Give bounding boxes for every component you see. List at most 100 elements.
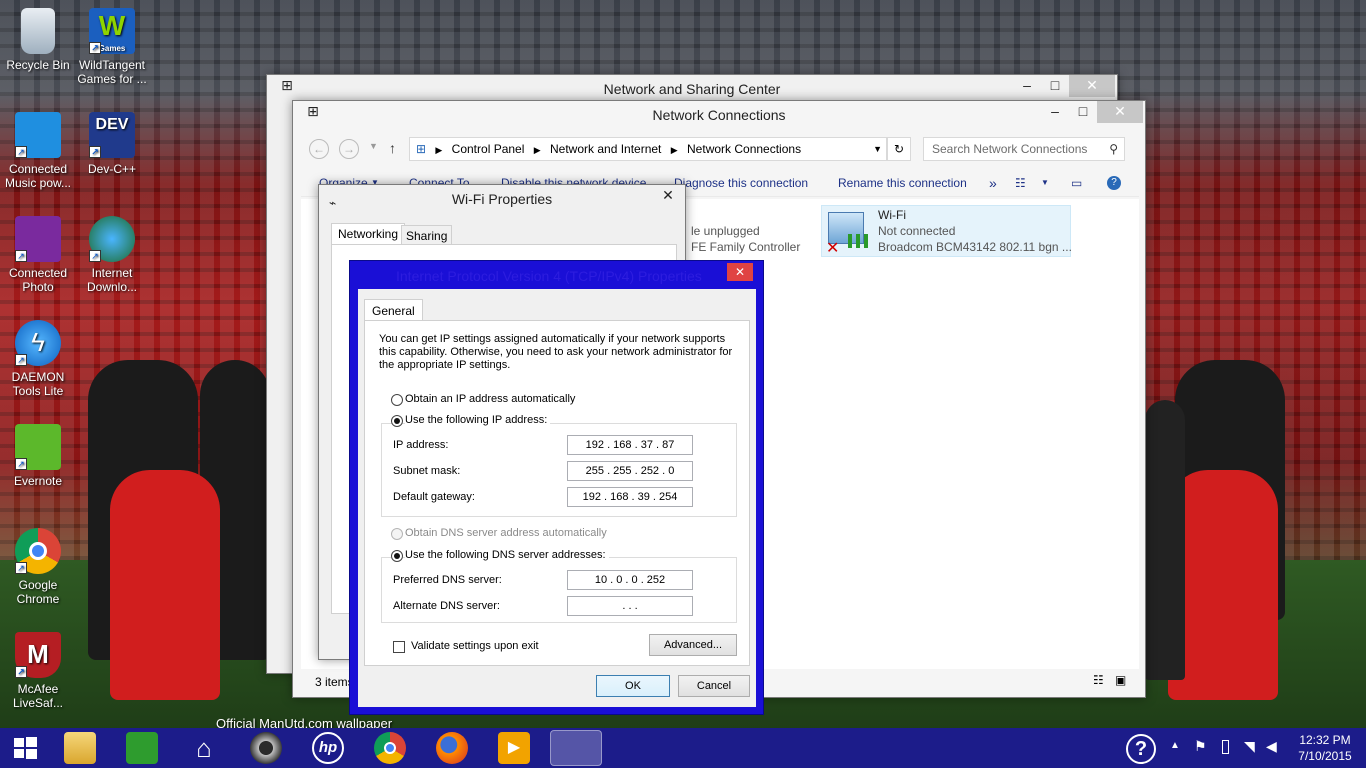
firefox-icon[interactable] <box>436 732 468 764</box>
use-ip-label[interactable]: Use the following IP address: <box>405 414 551 426</box>
wifi-adapter-item[interactable]: ✕ Wi-Fi Not connected Broadcom BCM43142 … <box>821 205 1072 257</box>
home-icon[interactable]: ⌂ <box>188 732 220 764</box>
desktop-icon-wildtangent[interactable]: W Games ↗ WildTangent Games for ... <box>74 8 150 86</box>
wifi-adapter-device: Broadcom BCM43142 802.11 bgn ... <box>878 240 1072 254</box>
nc-titlebar: Network Connections ⊞ – □ ✕ <box>293 101 1145 129</box>
change-view-icon[interactable]: ☷ <box>1015 169 1026 197</box>
validate-label[interactable]: Validate settings upon exit <box>411 640 539 652</box>
wifi-adapter-status: Not connected <box>878 224 956 238</box>
clock[interactable]: 12:32 PM 7/10/2015 <box>1290 732 1360 764</box>
breadcrumb-network-internet[interactable]: Network and Internet <box>550 142 661 156</box>
desktop-icon-recycle-bin[interactable]: Recycle Bin <box>0 8 76 72</box>
use-dns-radio[interactable] <box>391 550 403 562</box>
breadcrumb-network-connections[interactable]: Network Connections <box>687 142 801 156</box>
ipv4-properties-dialog: Internet Protocol Version 4 (TCP/IPv4) P… <box>349 260 764 715</box>
tab-general[interactable]: General <box>364 299 423 321</box>
desktop-icon-connected-photo[interactable]: ↗ Connected Photo <box>0 216 76 294</box>
volume-icon[interactable]: ◀ <box>1266 738 1277 755</box>
evernote-elephant-icon: ↗ <box>15 424 61 470</box>
nsc-maximize-button[interactable]: □ <box>1041 75 1069 97</box>
ip-address-input[interactable]: 192 . 168 . 37 . 87 <box>567 435 693 455</box>
show-hidden-icons-icon[interactable]: ▲ <box>1170 740 1180 751</box>
tab-networking[interactable]: Networking <box>331 223 406 245</box>
start-windows-icon[interactable] <box>10 732 40 764</box>
preview-pane-icon[interactable]: ▭ <box>1071 169 1082 197</box>
mcafee-shield-icon: M ↗ <box>15 632 61 678</box>
desktop-icon-evernote[interactable]: ↗ Evernote <box>0 424 76 488</box>
obtain-dns-radio[interactable] <box>391 528 403 540</box>
preferred-dns-label: Preferred DNS server: <box>393 574 502 586</box>
breadcrumb-control-panel[interactable]: Control Panel <box>452 142 525 156</box>
ipv4-close-button[interactable]: ✕ <box>727 263 753 281</box>
desktop-icon-mcafee[interactable]: M ↗ McAfee LiveSaf... <box>0 632 76 710</box>
use-dns-label[interactable]: Use the following DNS server addresses: <box>405 549 609 561</box>
advanced-button[interactable]: Advanced... <box>649 634 737 656</box>
nc-maximize-button[interactable]: □ <box>1069 101 1097 123</box>
media-player-icon[interactable]: ▶ <box>498 732 530 764</box>
file-explorer-icon[interactable] <box>64 732 96 764</box>
nsc-minimize-button[interactable]: – <box>1013 75 1041 97</box>
nav-forward-button[interactable]: → <box>339 139 359 159</box>
details-view-icon[interactable]: ☷ <box>1093 673 1104 687</box>
address-dropdown-icon[interactable]: ▼ <box>873 138 882 160</box>
cancel-button[interactable]: Cancel <box>678 675 750 697</box>
help-tray-icon[interactable]: ? <box>1126 734 1156 764</box>
more-commands-button[interactable]: » <box>989 169 997 197</box>
store-icon[interactable] <box>126 732 158 764</box>
desktop-icon-daemon-tools[interactable]: ϟ ↗ DAEMON Tools Lite <box>0 320 76 398</box>
nc-minimize-button[interactable]: – <box>1041 101 1069 123</box>
subnet-mask-input[interactable]: 255 . 255 . 252 . 0 <box>567 461 693 481</box>
taskbar: ⌂ hp ▶ ? ▲ ⚑ ◥ ◀ 12:32 PM 7/10/2015 <box>0 728 1366 768</box>
large-icons-view-icon[interactable]: ▣ <box>1115 673 1126 687</box>
tab-sharing[interactable]: Sharing <box>401 225 453 245</box>
battery-icon[interactable] <box>1222 740 1229 754</box>
ip-address-label: IP address: <box>393 439 449 451</box>
preferred-dns-input[interactable]: 10 . 0 . 0 . 252 <box>567 570 693 590</box>
search-icon: ⚲ <box>1109 142 1118 156</box>
rename-button[interactable]: Rename this connection <box>838 169 967 197</box>
up-arrow-icon[interactable]: ↑ <box>389 140 396 156</box>
default-gateway-input[interactable]: 192 . 168 . 39 . 254 <box>567 487 693 507</box>
address-bar[interactable]: ⊞ ▶ Control Panel ▶ Network and Internet… <box>409 137 887 161</box>
ok-button[interactable]: OK <box>596 675 670 697</box>
desktop-icon-google-chrome[interactable]: ↗ Google Chrome <box>0 528 76 606</box>
ipv4-titlebar: Internet Protocol Version 4 (TCP/IPv4) P… <box>350 261 763 289</box>
wifi-props-close-button[interactable]: ✕ <box>653 185 683 207</box>
help-icon[interactable]: ? <box>1107 176 1121 190</box>
chrome-taskbar-icon[interactable] <box>374 732 406 764</box>
general-panel: You can get IP settings assigned automat… <box>364 320 750 666</box>
desktop-icon-idm[interactable]: ↗ Internet Downlo... <box>74 216 150 294</box>
music-equalizer-icon: ↗ <box>15 112 61 158</box>
validate-checkbox[interactable] <box>393 641 405 653</box>
network-connections-taskbar-icon[interactable] <box>550 730 602 766</box>
refresh-button[interactable]: ↻ <box>887 137 911 161</box>
action-center-flag-icon[interactable]: ⚑ <box>1194 738 1207 755</box>
wifi-tray-icon[interactable]: ◥ <box>1244 738 1255 755</box>
desktop-icon-devcpp[interactable]: DEV ↗ Dev-C++ <box>74 112 150 176</box>
status-bar-item-count: 3 items <box>315 675 354 689</box>
view-chevron-icon[interactable]: ▼ <box>1041 169 1049 197</box>
nc-title: Network Connections <box>652 107 786 123</box>
search-box[interactable]: Search Network Connections ⚲ <box>923 137 1125 161</box>
nc-close-button[interactable]: ✕ <box>1097 101 1143 123</box>
obtain-ip-label[interactable]: Obtain an IP address automatically <box>405 393 575 405</box>
hp-icon[interactable]: hp <box>312 732 344 764</box>
nsc-app-icon: ⊞ <box>281 77 293 93</box>
nsc-close-button[interactable]: ✕ <box>1069 75 1115 97</box>
clock-time: 12:32 PM <box>1299 733 1351 747</box>
wifi-props-icon: ⌁ <box>329 196 337 210</box>
webcam-icon[interactable] <box>250 732 282 764</box>
recent-locations-chevron-icon[interactable]: ▼ <box>369 141 378 151</box>
nav-back-button[interactable]: ← <box>309 139 329 159</box>
wifi-adapter-name: Wi-Fi <box>878 208 906 222</box>
obtain-ip-radio[interactable] <box>391 394 403 406</box>
diagnose-button[interactable]: Diagnose this connection <box>674 169 808 197</box>
default-gateway-label: Default gateway: <box>393 491 475 503</box>
signal-bars-icon <box>848 234 868 248</box>
desktop-icon-connected-music[interactable]: ↗ Connected Music pow... <box>0 112 76 190</box>
ipv4-body: General You can get IP settings assigned… <box>358 289 756 707</box>
use-ip-radio[interactable] <box>391 415 403 427</box>
alternate-dns-input[interactable]: . . . <box>567 596 693 616</box>
breadcrumb-separator-icon: ▶ <box>435 145 443 155</box>
wildtangent-icon: W Games ↗ <box>89 8 135 54</box>
